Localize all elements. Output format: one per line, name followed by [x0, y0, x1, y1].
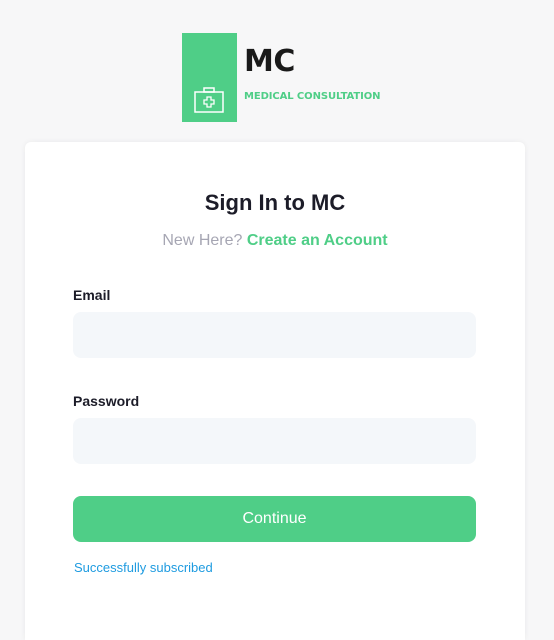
first-aid-kit-icon	[194, 87, 224, 113]
page-title: Sign In to MC	[204, 190, 346, 215]
create-account-link[interactable]: Create an Account	[247, 232, 388, 249]
logo-subtitle: MEDICAL CONSULTATION	[244, 91, 381, 102]
logo-box	[182, 33, 237, 122]
status-message[interactable]: Successfully subscribed	[74, 560, 213, 576]
continue-button[interactable]: Continue	[73, 496, 476, 542]
password-field[interactable]	[73, 418, 476, 464]
email-label: Email	[73, 287, 111, 303]
password-label: Password	[73, 393, 140, 409]
logo-title: MC	[244, 44, 295, 79]
page: MC MEDICAL CONSULTATION Sign In to MC Ne…	[0, 0, 554, 640]
signup-prompt: New Here? Create an Account	[25, 231, 525, 251]
logo: MC MEDICAL CONSULTATION	[182, 33, 382, 123]
signin-card: Sign In to MC New Here? Create an Accoun…	[25, 142, 525, 640]
email-field[interactable]	[73, 312, 476, 358]
new-here-text: New Here?	[162, 232, 243, 249]
